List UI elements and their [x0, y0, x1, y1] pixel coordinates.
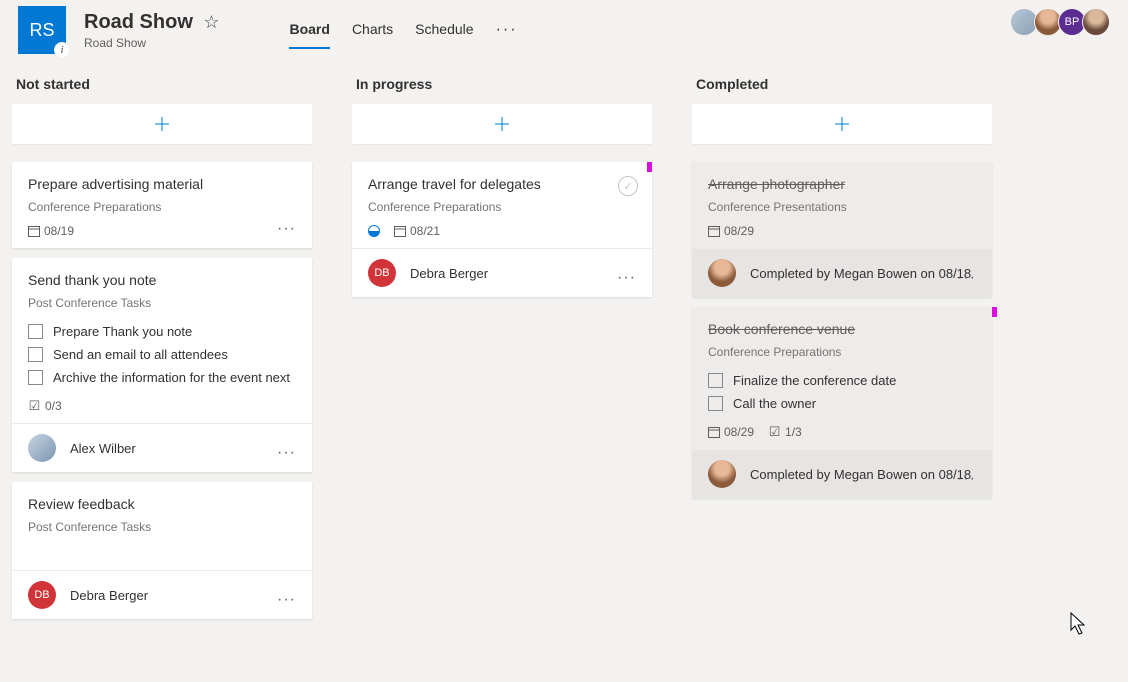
avatar [708, 460, 736, 488]
more-icon[interactable]: ··· [277, 591, 296, 609]
checklist-icon [28, 400, 41, 413]
add-task-button[interactable] [692, 104, 992, 144]
tabs: Board Charts Schedule ··· [289, 11, 517, 49]
bucket-name: Post Conference Tasks [28, 296, 296, 310]
task-title: Prepare advertising material [28, 176, 296, 192]
checklist-count: 1/3 [768, 425, 802, 439]
more-icon[interactable]: ··· [277, 444, 296, 462]
assignee-name: Debra Berger [70, 588, 148, 603]
star-icon[interactable]: ☆ [203, 12, 219, 32]
checklist-item[interactable]: Send an email to all attendees [28, 343, 296, 366]
assignee-row[interactable]: Alex Wilber [12, 423, 312, 472]
more-icon[interactable]: ··· [277, 220, 296, 238]
calendar-icon [28, 225, 40, 237]
checkbox-icon[interactable] [708, 396, 723, 411]
bucket-name: Conference Preparations [28, 200, 296, 214]
progress-icon [368, 225, 380, 237]
more-icon[interactable]: ··· [617, 269, 636, 287]
checklist-count: 0/3 [28, 399, 62, 413]
column-title[interactable]: Completed [692, 70, 992, 104]
plus-icon [834, 116, 850, 132]
due-date: 08/29 [708, 425, 754, 439]
due-date: 08/29 [708, 224, 754, 238]
tab-schedule[interactable]: Schedule [415, 11, 473, 49]
label-marker [992, 307, 997, 317]
completed-by-text: Completed by Megan Bowen on 08/18 [750, 266, 971, 281]
members[interactable]: BP [1014, 8, 1110, 36]
member-avatar[interactable] [1082, 8, 1110, 36]
plan-title: Road Show [84, 11, 193, 34]
plus-icon [154, 116, 170, 132]
column-title[interactable]: Not started [12, 70, 312, 104]
completed-by-row: Completed by Megan Bowen on 08/18 [692, 449, 992, 498]
assignee-row[interactable]: DB Debra Berger [12, 570, 312, 619]
task-title: Book conference venue [708, 321, 976, 337]
header: RS i Road Show ☆ Road Show Board Charts … [0, 0, 1128, 60]
task-card[interactable]: Send thank you note Post Conference Task… [12, 258, 312, 472]
task-title: Send thank you note [28, 272, 296, 288]
group-name[interactable]: Road Show [84, 36, 219, 50]
complete-icon[interactable] [618, 176, 638, 196]
assignee-row[interactable]: DB Debra Berger [352, 248, 652, 297]
calendar-icon [708, 426, 720, 438]
due-date: 08/21 [394, 224, 440, 238]
assignee-name: Debra Berger [410, 266, 488, 281]
bucket-name: Post Conference Tasks [28, 520, 296, 534]
completed-by-text: Completed by Megan Bowen on 08/18 [750, 467, 971, 482]
avatar: DB [28, 581, 56, 609]
checklist: Prepare Thank you note Send an email to … [28, 320, 296, 389]
checklist-item[interactable]: Finalize the conference date [708, 369, 976, 392]
calendar-icon [394, 225, 406, 237]
avatar [28, 434, 56, 462]
task-card[interactable]: Prepare advertising material Conference … [12, 162, 312, 248]
bucket-name: Conference Preparations [708, 345, 976, 359]
more-icon[interactable]: ··· [957, 470, 976, 488]
checklist-icon [768, 426, 781, 439]
task-title: Review feedback [28, 496, 296, 512]
tab-charts[interactable]: Charts [352, 11, 393, 49]
checklist-item[interactable]: Prepare Thank you note [28, 320, 296, 343]
add-task-button[interactable] [12, 104, 312, 144]
checklist-item[interactable]: Archive the information for the event ne… [28, 366, 296, 389]
task-card[interactable]: Book conference venue Conference Prepara… [692, 307, 992, 498]
more-icon[interactable]: ··· [957, 269, 976, 287]
cursor-icon [1070, 612, 1088, 642]
column-in-progress: In progress Arrange travel for delegates… [352, 70, 652, 629]
info-icon[interactable]: i [54, 42, 70, 58]
bucket-name: Conference Presentations [708, 200, 976, 214]
checkbox-icon[interactable] [28, 324, 43, 339]
checklist-item[interactable]: Call the owner [708, 392, 976, 415]
plus-icon [494, 116, 510, 132]
tab-more-icon[interactable]: ··· [496, 21, 518, 39]
add-task-button[interactable] [352, 104, 652, 144]
title-block: Road Show ☆ Road Show [84, 11, 219, 50]
column-title[interactable]: In progress [352, 70, 652, 104]
task-card[interactable]: Arrange travel for delegates Conference … [352, 162, 652, 297]
column-not-started: Not started Prepare advertising material… [12, 70, 312, 629]
tab-board[interactable]: Board [289, 11, 329, 49]
plan-initials: RS [29, 20, 54, 41]
checkbox-icon[interactable] [28, 347, 43, 362]
checklist: Finalize the conference date Call the ow… [708, 369, 976, 415]
avatar: DB [368, 259, 396, 287]
task-title: Arrange travel for delegates [368, 176, 636, 192]
label-marker [647, 162, 652, 172]
avatar [708, 259, 736, 287]
completed-by-row: Completed by Megan Bowen on 08/18 [692, 248, 992, 297]
task-card[interactable]: Arrange photographer Conference Presenta… [692, 162, 992, 297]
bucket-name: Conference Preparations [368, 200, 636, 214]
task-title: Arrange photographer [708, 176, 976, 192]
due-date: 08/19 [28, 224, 74, 238]
task-card[interactable]: Review feedback Post Conference Tasks ··… [12, 482, 312, 619]
calendar-icon [708, 225, 720, 237]
assignee-name: Alex Wilber [70, 441, 136, 456]
plan-badge: RS i [18, 6, 66, 54]
column-completed: Completed Arrange photographer Conferenc… [692, 70, 992, 629]
checkbox-icon[interactable] [28, 370, 43, 385]
board: Not started Prepare advertising material… [0, 60, 1128, 629]
checkbox-icon[interactable] [708, 373, 723, 388]
